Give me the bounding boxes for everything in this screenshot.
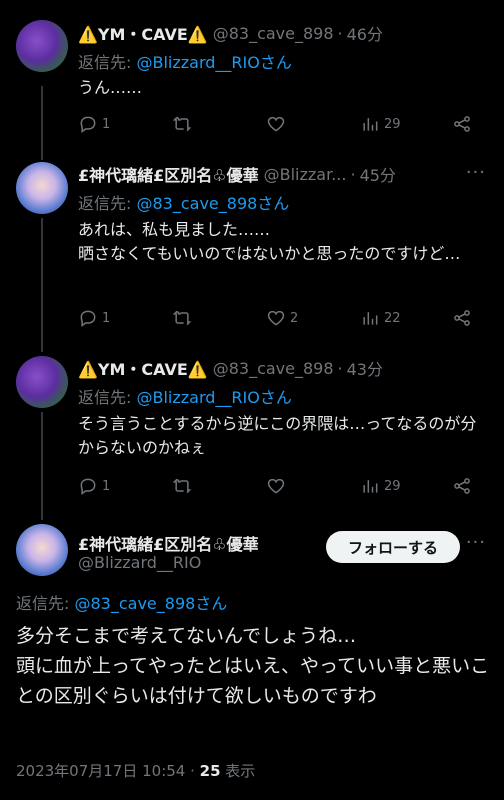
reply-icon [80,310,96,327]
reply-to: 返信先: @83_cave_898さん [78,190,289,214]
reply-prefix: 返信先: [78,388,137,407]
tweet-datetime[interactable]: 2023年07月17日 10:54 [16,762,185,780]
views-button[interactable]: 22 [360,308,401,328]
reply-icon [80,478,96,495]
reply-prefix: 返信先: [78,194,137,213]
views-icon [363,312,378,325]
separator-dot: · [350,164,356,184]
retweet-icon [172,116,192,132]
author-handle[interactable]: @Blizzar... [264,165,347,184]
reply-count: 1 [102,310,111,326]
like-button[interactable] [266,114,290,134]
reply-to: 返信先: @Blizzard__RIOさん [78,384,292,408]
reply-icon [80,116,96,133]
separator-dot: · [337,358,343,378]
like-button[interactable] [266,476,290,496]
reply-to-link[interactable]: @Blizzard__RIOさん [136,388,291,407]
timestamp[interactable]: 46分 [347,21,383,45]
timestamp[interactable]: 43分 [347,356,383,380]
author-name[interactable]: ⚠️YM・CAVE⚠️ [78,356,208,380]
like-icon [267,478,285,494]
like-icon [267,310,285,326]
avatar[interactable] [16,356,68,408]
views-button[interactable]: 29 [360,476,401,496]
thread-line [41,412,43,520]
avatar[interactable] [16,20,68,72]
tweet-text: うん…… [78,78,143,97]
reply-button[interactable]: 1 [78,476,110,496]
reply-prefix: 返信先: [16,594,75,613]
share-icon [454,478,470,494]
views-count: 22 [384,310,401,326]
retweet-icon [172,478,192,494]
separator-dot: · [185,762,200,780]
tweet-text: あれは、私も見ました…… 晒さなくてもいいのではないかと思ったのですけど… [78,220,461,263]
share-button[interactable] [452,308,472,328]
views-count: 25 [199,762,221,780]
more-icon: ··· [465,162,486,183]
thread-line [41,218,43,352]
avatar[interactable] [16,524,68,576]
follow-button[interactable]: フォローする [326,531,460,563]
more-icon: ··· [465,532,486,553]
share-icon [454,310,470,326]
reply-to-link[interactable]: @Blizzard__RIOさん [136,53,291,72]
more-button[interactable]: ··· [466,162,486,183]
avatar[interactable] [16,162,68,214]
thread-line [41,86,43,160]
like-button[interactable]: 2 [266,308,298,328]
author-handle[interactable]: @83_cave_898 [213,24,334,43]
author-name[interactable]: ⚠️YM・CAVE⚠️ [78,21,208,45]
timestamp[interactable]: 45分 [360,162,396,186]
share-button[interactable] [452,476,472,496]
like-count: 2 [290,310,299,326]
retweet-icon [172,310,192,326]
reply-button[interactable]: 1 [78,308,110,328]
reply-count: 1 [102,116,111,132]
share-button[interactable] [452,114,472,134]
views-label: 表示 [220,762,256,780]
retweet-button[interactable] [172,114,196,134]
reply-prefix: 返信先: [78,53,137,72]
views-count: 29 [384,116,401,132]
reply-button[interactable]: 1 [78,114,110,134]
reply-to: 返信先: @83_cave_898さん [16,590,227,614]
more-button[interactable]: ··· [466,532,486,553]
reply-count: 1 [102,478,111,494]
tweet-text: 多分そこまで考えてないんでしょうね… 頭に血が上ってやったとはいえ、やっていい事… [16,625,490,707]
action-bar: 1 2 22 [78,306,488,330]
author-name[interactable]: £神代璃緒£区別名♧優華 [78,162,259,186]
retweet-button[interactable] [172,476,196,496]
retweet-button[interactable] [172,308,196,328]
reply-to-link[interactable]: @83_cave_898さん [136,194,289,213]
like-icon [267,116,285,132]
views-count: 29 [384,478,401,494]
reply-to: 返信先: @Blizzard__RIOさん [78,49,292,73]
author-name[interactable]: £神代璃緒£区別名♧優華 [78,531,259,555]
action-bar: 1 29 [78,112,488,136]
author-handle[interactable]: @83_cave_898 [213,359,334,378]
separator-dot: · [337,23,343,43]
action-bar: 1 29 [78,474,488,498]
author-handle[interactable]: @Blizzard__RIO [78,553,201,572]
views-button[interactable]: 29 [360,114,401,134]
tweet-meta: 2023年07月17日 10:54 · 25 表示 [16,760,255,781]
tweet-text: そう言うことするから逆にこの界隈は…ってなるのが分からないのかねぇ [78,414,477,457]
views-icon [363,118,378,131]
share-icon [454,116,470,132]
reply-to-link[interactable]: @83_cave_898さん [74,594,227,613]
views-icon [363,480,378,493]
